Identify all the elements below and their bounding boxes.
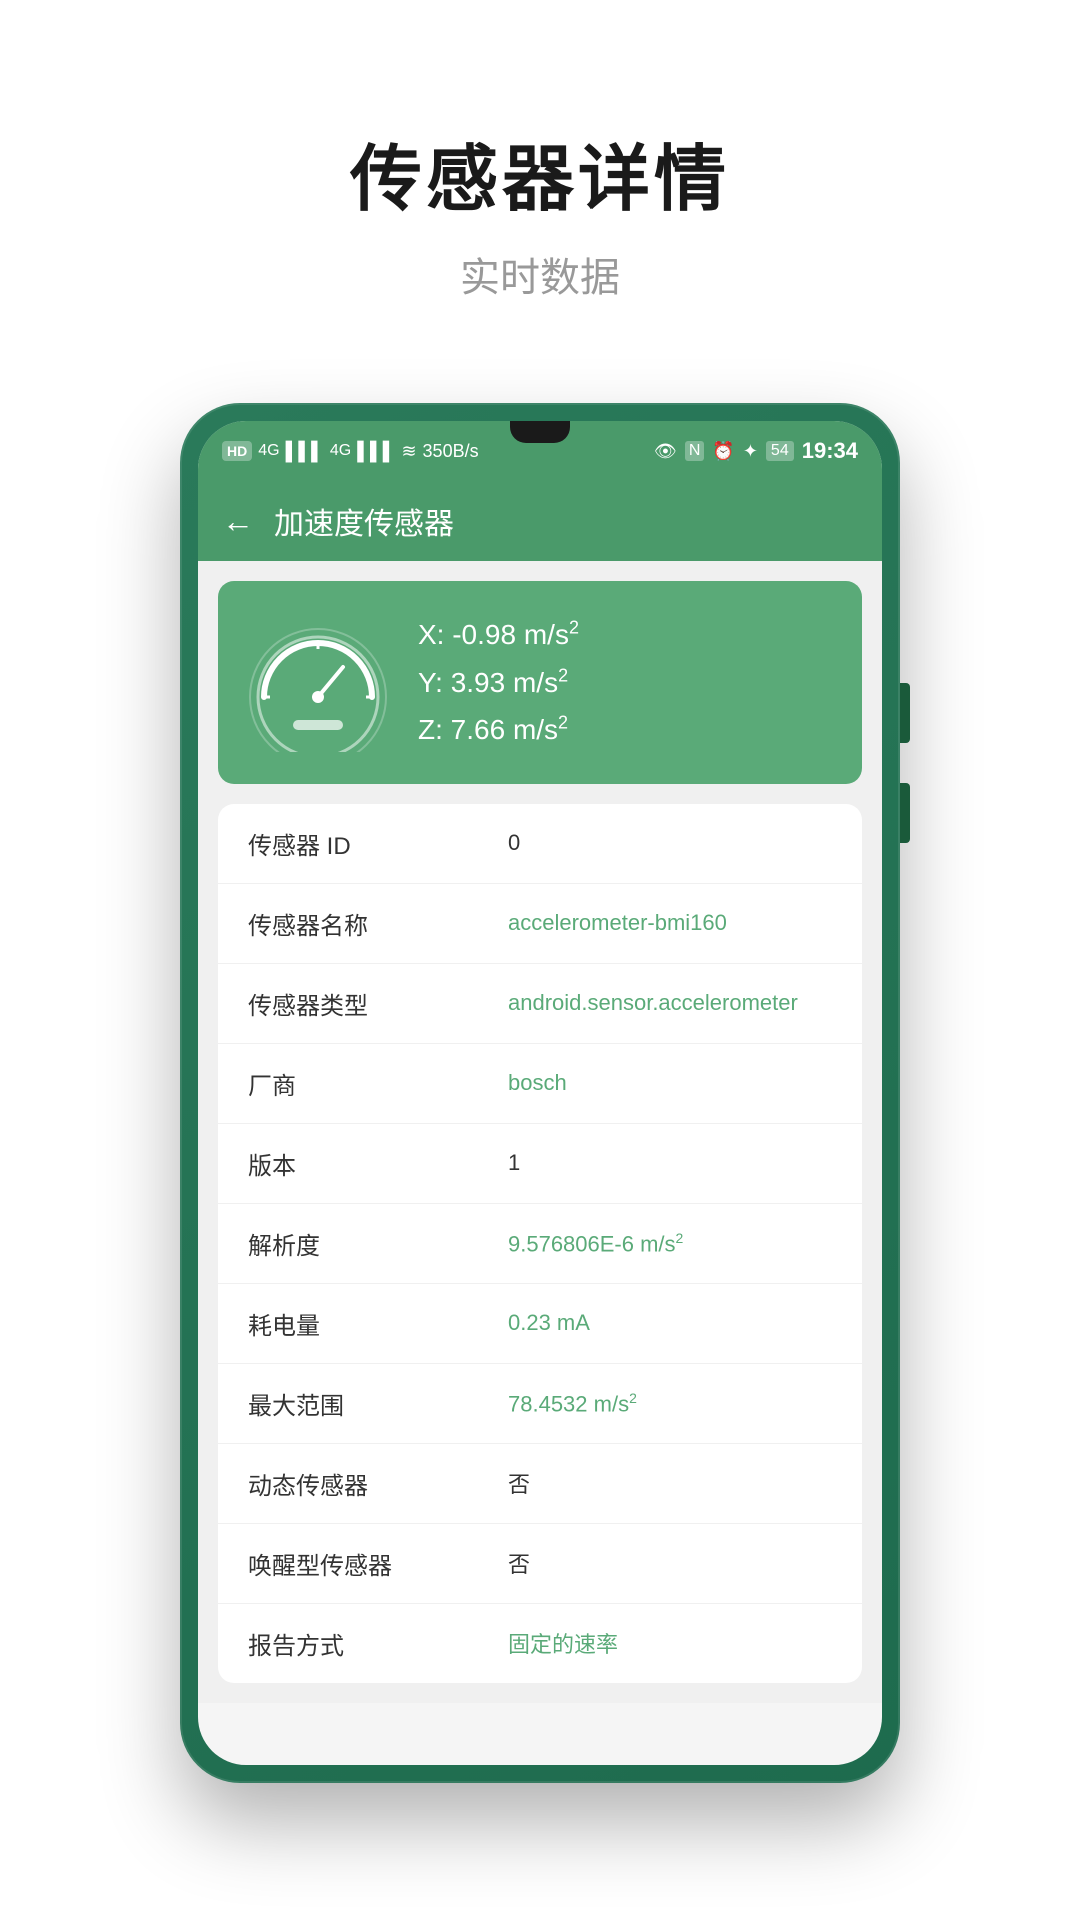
detail-value: 78.4532 m/s2 bbox=[508, 1390, 832, 1417]
speedometer-icon bbox=[238, 612, 398, 752]
detail-value: android.sensor.accelerometer bbox=[508, 990, 832, 1016]
detail-row: 传感器名称accelerometer-bmi160 bbox=[218, 884, 862, 964]
detail-value: 0.23 mA bbox=[508, 1310, 832, 1336]
detail-label: 动态传感器 bbox=[248, 1466, 508, 1501]
signal-icon-2: ▌▌▌ bbox=[357, 441, 395, 462]
detail-row: 耗电量0.23 mA bbox=[218, 1284, 862, 1364]
detail-label: 报告方式 bbox=[248, 1626, 508, 1661]
y-value: Y: 3.93 m/s2 bbox=[418, 659, 832, 707]
page-subtitle: 实时数据 bbox=[350, 245, 730, 303]
detail-label: 传感器 ID bbox=[248, 826, 508, 861]
detail-value: 否 bbox=[508, 1467, 832, 1499]
time-display: 19:34 bbox=[802, 438, 858, 464]
content-area: X: -0.98 m/s2 Y: 3.93 m/s2 Z: 7.66 m/s2 … bbox=[198, 561, 882, 1703]
detail-row: 动态传感器否 bbox=[218, 1444, 862, 1524]
bluetooth-icon: ✦ bbox=[743, 441, 758, 462]
detail-row: 解析度9.576806E-6 m/s2 bbox=[218, 1204, 862, 1284]
detail-row: 报告方式固定的速率 bbox=[218, 1604, 862, 1683]
network-4g-1: 4G bbox=[258, 442, 279, 460]
eye-icon: 👁 bbox=[654, 441, 677, 462]
detail-label: 解析度 bbox=[248, 1226, 508, 1261]
detail-row: 唤醒型传感器否 bbox=[218, 1524, 862, 1604]
wifi-icon: ≋ bbox=[401, 441, 416, 462]
battery-display: 54 bbox=[766, 441, 794, 461]
detail-value: 1 bbox=[508, 1150, 832, 1176]
back-button[interactable]: ← bbox=[222, 503, 254, 540]
phone-inner: HD 4G ▌▌▌ 4G ▌▌▌ ≋ 350B/s 👁 N ⏰ ✦ 54 19:… bbox=[198, 421, 882, 1765]
detail-row: 传感器类型android.sensor.accelerometer bbox=[218, 964, 862, 1044]
alarm-icon: ⏰ bbox=[712, 441, 734, 462]
sensor-card: X: -0.98 m/s2 Y: 3.93 m/s2 Z: 7.66 m/s2 bbox=[218, 581, 862, 784]
detail-row: 传感器 ID0 bbox=[218, 804, 862, 884]
page-title: 传感器详情 bbox=[350, 120, 730, 225]
app-bar-title: 加速度传感器 bbox=[274, 499, 454, 543]
detail-value: accelerometer-bmi160 bbox=[508, 910, 832, 936]
status-bar: HD 4G ▌▌▌ 4G ▌▌▌ ≋ 350B/s 👁 N ⏰ ✦ 54 19:… bbox=[198, 421, 882, 481]
detail-value: 否 bbox=[508, 1547, 832, 1579]
network-4g-2: 4G bbox=[330, 442, 351, 460]
detail-value: 9.576806E-6 m/s2 bbox=[508, 1230, 832, 1257]
detail-label: 传感器名称 bbox=[248, 906, 508, 941]
x-value: X: -0.98 m/s2 bbox=[418, 611, 832, 659]
hd-badge: HD bbox=[222, 441, 252, 461]
app-bar: ← 加速度传感器 bbox=[198, 481, 882, 561]
detail-value: bosch bbox=[508, 1070, 832, 1096]
detail-label: 版本 bbox=[248, 1146, 508, 1181]
details-card: 传感器 ID0传感器名称accelerometer-bmi160传感器类型and… bbox=[218, 804, 862, 1683]
detail-label: 传感器类型 bbox=[248, 986, 508, 1021]
detail-row: 最大范围78.4532 m/s2 bbox=[218, 1364, 862, 1444]
speed-display: 350B/s bbox=[423, 441, 479, 462]
page-header: 传感器详情 实时数据 bbox=[350, 120, 730, 303]
detail-row: 版本1 bbox=[218, 1124, 862, 1204]
detail-label: 耗电量 bbox=[248, 1306, 508, 1341]
phone-frame: HD 4G ▌▌▌ 4G ▌▌▌ ≋ 350B/s 👁 N ⏰ ✦ 54 19:… bbox=[180, 403, 900, 1783]
detail-label: 最大范围 bbox=[248, 1386, 508, 1421]
detail-value: 0 bbox=[508, 830, 832, 856]
signal-icon: ▌▌▌ bbox=[286, 441, 324, 462]
notch bbox=[510, 421, 570, 443]
detail-label: 唤醒型传感器 bbox=[248, 1546, 508, 1581]
sensor-values: X: -0.98 m/s2 Y: 3.93 m/s2 Z: 7.66 m/s2 bbox=[418, 611, 832, 754]
nfc-icon: N bbox=[685, 441, 705, 461]
status-bar-left: HD 4G ▌▌▌ 4G ▌▌▌ ≋ 350B/s bbox=[222, 441, 479, 462]
detail-value: 固定的速率 bbox=[508, 1627, 832, 1659]
detail-row: 厂商bosch bbox=[218, 1044, 862, 1124]
z-value: Z: 7.66 m/s2 bbox=[418, 706, 832, 754]
detail-label: 厂商 bbox=[248, 1066, 508, 1101]
status-bar-right: 👁 N ⏰ ✦ 54 19:34 bbox=[654, 438, 858, 464]
